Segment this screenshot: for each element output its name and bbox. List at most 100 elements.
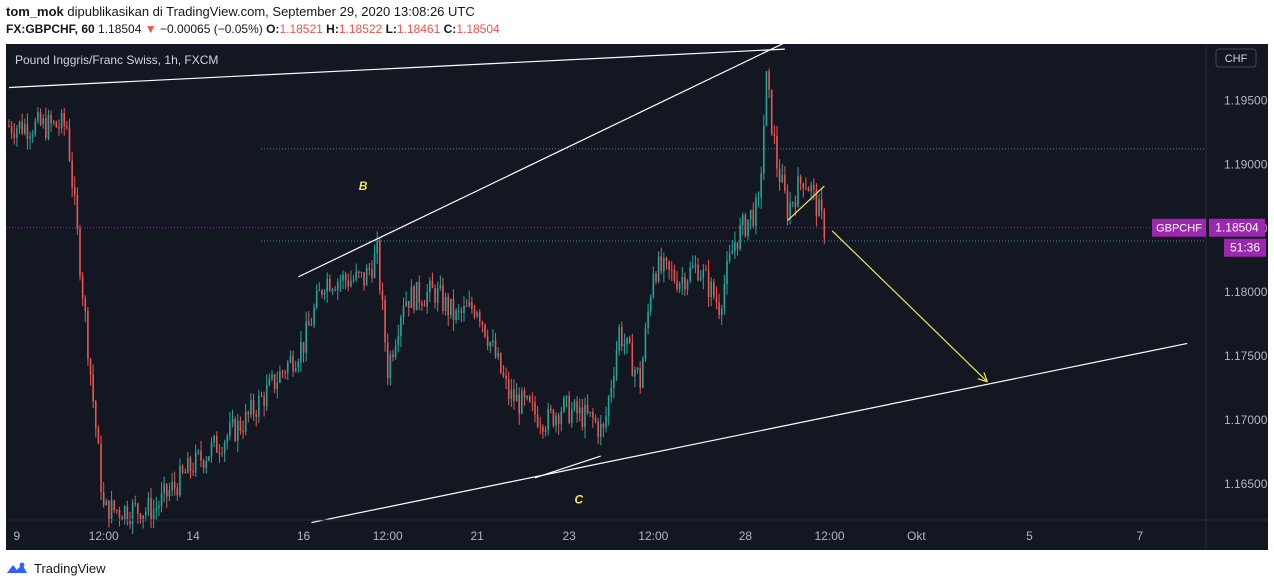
candle: [237, 413, 239, 452]
candle: [315, 283, 318, 310]
candle-body: [444, 296, 447, 311]
candle-body: [605, 415, 607, 428]
candle-body: [92, 374, 94, 402]
candle: [305, 311, 307, 362]
candle-body: [413, 286, 415, 311]
candle-body: [812, 184, 815, 189]
price-chart[interactable]: Pound Inggris/Franc Swiss, 1h, FXCM B C C…: [6, 42, 1268, 550]
candle: [442, 277, 444, 315]
candle-body: [37, 112, 39, 122]
candle-body: [507, 379, 510, 399]
x-tick-label: 5: [1026, 529, 1033, 543]
candle-body: [63, 113, 66, 127]
candle-body: [52, 121, 55, 123]
candle: [507, 371, 510, 406]
candle: [407, 300, 410, 317]
candle: [297, 358, 300, 373]
candle-body: [279, 371, 281, 383]
candle: [626, 337, 628, 354]
candle: [423, 299, 426, 307]
candle-body: [400, 317, 402, 337]
candle-body: [631, 342, 634, 377]
candle: [707, 259, 710, 308]
candle: [589, 411, 592, 418]
candle: [505, 367, 507, 390]
candle: [223, 439, 226, 463]
candle-body: [542, 426, 544, 432]
candle: [402, 297, 405, 325]
candle-body: [102, 492, 105, 506]
high-label: H:: [326, 22, 339, 36]
candle-body: [218, 452, 221, 454]
candle: [599, 415, 602, 446]
candle: [434, 284, 436, 309]
candle-body: [208, 456, 210, 461]
candle-body: [794, 202, 797, 207]
candle: [749, 209, 752, 230]
candle: [37, 107, 39, 124]
candle: [450, 298, 452, 319]
candle: [805, 177, 807, 191]
candle: [497, 347, 499, 361]
candle-body: [649, 297, 652, 312]
candle: [463, 296, 465, 322]
x-tick-label: 14: [186, 529, 200, 543]
candle-body: [384, 300, 386, 343]
candle-body: [521, 390, 523, 414]
candle-body: [194, 451, 197, 473]
candle-body: [694, 264, 697, 267]
candle-body: [760, 173, 762, 198]
chart-panel[interactable]: Pound Inggris/Franc Swiss, 1h, FXCM B C C…: [6, 42, 1268, 550]
candle-body: [457, 310, 460, 312]
candle-body: [560, 411, 563, 424]
wave-label-b[interactable]: B: [359, 179, 368, 193]
candle-body: [431, 280, 434, 289]
forecast-arrow[interactable]: [831, 230, 988, 383]
candle-body: [81, 276, 84, 299]
candle-body: [534, 402, 536, 415]
candle-body: [131, 503, 134, 524]
candle: [89, 358, 92, 386]
candle-body: [250, 400, 252, 415]
candle-body: [436, 288, 439, 303]
candle: [116, 509, 118, 515]
candle: [776, 125, 778, 178]
candle-body: [315, 290, 318, 308]
candle-body: [166, 484, 168, 497]
candle: [560, 406, 563, 432]
candle-body: [755, 197, 757, 227]
brand-name[interactable]: TradingView: [34, 561, 106, 576]
close-value: 1.18504: [456, 22, 500, 36]
candle-body: [607, 396, 610, 416]
candle-body: [765, 71, 768, 126]
candle-body: [536, 414, 539, 427]
author-name[interactable]: tom_mok: [6, 4, 64, 19]
candle-body: [16, 128, 18, 138]
wave-label-c[interactable]: C: [574, 492, 583, 506]
candle: [329, 274, 331, 292]
candle-body: [226, 436, 229, 443]
candle-body: [155, 507, 158, 510]
candle: [271, 370, 273, 382]
candle: [355, 263, 357, 282]
c-support-line[interactable]: [534, 455, 601, 479]
candle: [584, 397, 586, 439]
candle: [752, 202, 755, 229]
candle-body: [363, 272, 365, 286]
candle: [39, 108, 42, 127]
candle: [292, 350, 294, 377]
upper-trendline-line[interactable]: [298, 42, 786, 278]
candle-body: [565, 396, 568, 398]
candle-body: [744, 215, 747, 237]
candle: [557, 412, 560, 435]
candle-body: [373, 253, 376, 278]
lower-trendline-line[interactable]: [311, 342, 1188, 524]
candle-body: [184, 471, 187, 474]
candle: [429, 277, 431, 303]
candle-body: [578, 407, 581, 414]
candle: [147, 492, 150, 517]
candle-body: [271, 374, 273, 379]
close-label: C:: [443, 22, 457, 36]
candle-body: [202, 460, 205, 468]
candle: [823, 207, 826, 245]
